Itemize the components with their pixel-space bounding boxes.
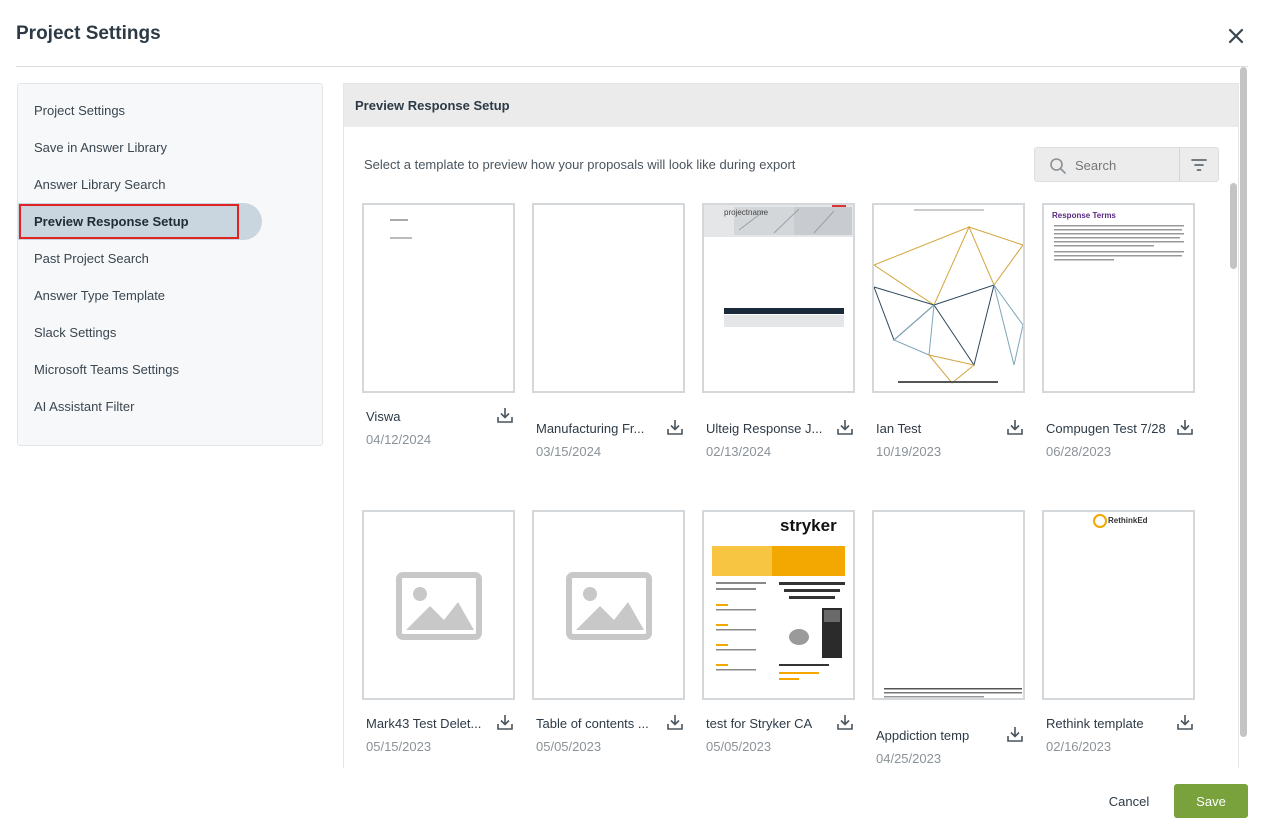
download-icon[interactable] bbox=[666, 713, 684, 731]
stryker-logo-text: stryker bbox=[780, 516, 837, 535]
sidebar-item-label: Microsoft Teams Settings bbox=[34, 362, 179, 377]
template-name: Viswa bbox=[366, 409, 401, 424]
sidebar-item-save-in-answer-library[interactable]: Save in Answer Library bbox=[18, 129, 262, 166]
thumbnail-heading-text: Response Terms bbox=[1052, 211, 1116, 220]
template-date: 02/16/2023 bbox=[1046, 739, 1112, 754]
sidebar-item-ai-assistant-filter[interactable]: AI Assistant Filter bbox=[18, 388, 262, 425]
sidebar-item-answer-type-template[interactable]: Answer Type Template bbox=[18, 277, 262, 314]
project-settings-modal: Project Settings Project Settings Save i… bbox=[0, 0, 1270, 833]
search-input[interactable] bbox=[1075, 155, 1175, 175]
download-icon[interactable] bbox=[496, 713, 514, 731]
template-thumbnail[interactable] bbox=[702, 203, 855, 393]
footer-thumbnail-graphic bbox=[884, 688, 1022, 698]
template-thumbnail[interactable] bbox=[872, 203, 1025, 393]
template-name: Rethink template bbox=[1046, 716, 1144, 731]
cancel-button[interactable]: Cancel bbox=[1094, 785, 1164, 818]
sidebar-item-label: AI Assistant Filter bbox=[34, 399, 135, 414]
response-terms-thumbnail-graphic bbox=[1054, 225, 1184, 261]
sidebar-item-slack-settings[interactable]: Slack Settings bbox=[18, 314, 262, 351]
download-icon[interactable] bbox=[496, 406, 514, 424]
download-icon[interactable] bbox=[1176, 418, 1194, 436]
panel-header: Preview Response Setup bbox=[344, 84, 1238, 127]
template-date: 06/28/2023 bbox=[1046, 444, 1112, 459]
template-name: Appdiction temp bbox=[876, 728, 970, 743]
template-date: 04/25/2023 bbox=[876, 751, 942, 766]
template-date: 10/19/2023 bbox=[876, 444, 942, 459]
template-date: 05/05/2023 bbox=[706, 739, 772, 754]
close-icon[interactable] bbox=[1224, 24, 1248, 48]
template-name: Ulteig Response J... bbox=[706, 421, 823, 436]
triangles-thumbnail-graphic bbox=[874, 209, 1023, 384]
sidebar-item-label: Save in Answer Library bbox=[34, 140, 167, 155]
sidebar-item-past-project-search[interactable]: Past Project Search bbox=[18, 240, 262, 277]
template-name: Mark43 Test Delet... bbox=[366, 716, 482, 731]
preview-response-panel: Preview Response Setup Select a template… bbox=[343, 83, 1239, 768]
template-thumbnail[interactable] bbox=[362, 510, 515, 700]
modal-scrollbar[interactable] bbox=[1240, 67, 1247, 737]
save-button[interactable]: Save bbox=[1174, 784, 1248, 818]
stryker-thumbnail-graphic bbox=[712, 546, 845, 680]
template-thumbnail[interactable] bbox=[362, 203, 515, 393]
template-search bbox=[1034, 147, 1219, 182]
template-date: 04/12/2024 bbox=[366, 432, 432, 447]
download-icon[interactable] bbox=[836, 418, 854, 436]
template-thumbnail[interactable] bbox=[532, 510, 685, 700]
download-icon[interactable] bbox=[666, 418, 684, 436]
template-date: 05/15/2023 bbox=[366, 739, 432, 754]
sidebar-item-label: Answer Type Template bbox=[34, 288, 166, 303]
template-thumbnail[interactable] bbox=[872, 510, 1025, 700]
header-divider bbox=[16, 66, 1248, 67]
template-name: Table of contents ... bbox=[536, 716, 649, 731]
template-date: 03/15/2024 bbox=[536, 444, 602, 459]
template-name: Compugen Test 7/28 bbox=[1046, 421, 1166, 436]
rethinked-logo-text: RethinkEd bbox=[1108, 516, 1148, 525]
download-icon[interactable] bbox=[1006, 418, 1024, 436]
download-icon[interactable] bbox=[1006, 725, 1024, 743]
sidebar-item-label: Answer Library Search bbox=[34, 177, 166, 192]
template-thumbnail[interactable] bbox=[702, 510, 855, 700]
template-thumbnail[interactable] bbox=[532, 203, 685, 393]
image-placeholder-icon bbox=[566, 572, 652, 640]
sidebar-item-label: Project Settings bbox=[34, 103, 126, 118]
download-icon[interactable] bbox=[1176, 713, 1194, 731]
sidebar-item-preview-response-setup[interactable]: Preview Response Setup bbox=[18, 203, 262, 240]
image-placeholder-icon bbox=[396, 572, 482, 640]
template-date: 02/13/2024 bbox=[706, 444, 772, 459]
rethinked-thumbnail-graphic bbox=[1093, 514, 1107, 528]
sidebar-item-label: Slack Settings bbox=[34, 325, 117, 340]
search-separator bbox=[1179, 148, 1180, 181]
template-date: 05/05/2023 bbox=[536, 739, 602, 754]
sidebar-item-answer-library-search[interactable]: Answer Library Search bbox=[18, 166, 262, 203]
filter-icon[interactable] bbox=[1191, 158, 1207, 172]
highlight-box bbox=[19, 204, 239, 239]
modal-header: Project Settings bbox=[0, 0, 1270, 67]
sidebar-item-project-settings[interactable]: Project Settings bbox=[18, 92, 262, 129]
thumbnail-project-name-text: projectname bbox=[724, 208, 769, 217]
sidebar-item-microsoft-teams-settings[interactable]: Microsoft Teams Settings bbox=[18, 351, 262, 388]
ulteig-thumbnail-graphic bbox=[704, 205, 853, 327]
template-name: Manufacturing Fr... bbox=[536, 421, 645, 436]
search-icon bbox=[1050, 158, 1066, 174]
template-name: test for Stryker CA bbox=[706, 716, 813, 731]
template-thumbnail[interactable] bbox=[1042, 203, 1195, 393]
panel-scrollbar[interactable] bbox=[1230, 183, 1237, 269]
panel-title: Preview Response Setup bbox=[355, 98, 510, 113]
template-name: Ian Test bbox=[876, 421, 922, 436]
panel-intro-text: Select a template to preview how your pr… bbox=[364, 157, 796, 172]
doc-thumbnail-graphic bbox=[390, 219, 412, 239]
template-thumbnail[interactable] bbox=[1042, 510, 1195, 700]
sidebar-item-label: Past Project Search bbox=[34, 251, 149, 266]
settings-sidebar: Project Settings Save in Answer Library … bbox=[17, 83, 323, 446]
modal-title: Project Settings bbox=[16, 23, 161, 44]
download-icon[interactable] bbox=[836, 713, 854, 731]
